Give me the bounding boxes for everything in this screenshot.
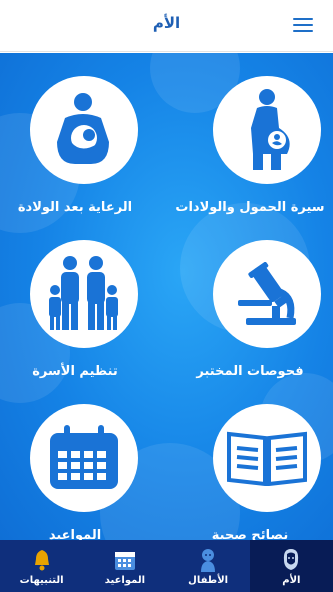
tile-label: فحوصات المختبر [196, 364, 304, 379]
bottom-navigation: التنبيهات المواعيد الأطفال الأم [0, 540, 333, 592]
bell-icon [32, 547, 52, 573]
microscope-icon [213, 240, 321, 348]
nav-label: الأم [282, 575, 301, 586]
tile-label: الرعاية بعد الولادة [17, 200, 133, 215]
calendar-icon [114, 547, 136, 573]
baby-icon [197, 547, 219, 573]
family-icon [30, 240, 138, 348]
pregnant-woman-icon [213, 76, 321, 184]
main-grid: سيرة الحمول والولادات الرعاية بعد الولاد… [0, 53, 333, 540]
hamburger-menu-icon[interactable] [293, 18, 313, 34]
tile-lab-tests[interactable]: فحوصات المختبر [175, 240, 325, 390]
mother-icon [281, 547, 301, 573]
nav-label: الأطفال [188, 575, 229, 586]
tile-health-tips[interactable]: نصائح صحية [175, 404, 325, 540]
tile-label: تنظيم الأسرة [32, 364, 118, 379]
nav-item-appointments[interactable]: المواعيد [83, 540, 166, 592]
tile-label: سيرة الحمول والولادات [175, 200, 325, 215]
nav-label: المواعيد [104, 575, 146, 586]
tile-label: المواعيد [48, 528, 102, 540]
tile-family-planning[interactable]: تنظيم الأسرة [0, 240, 150, 390]
page-title: الأم [152, 14, 181, 32]
breastfeeding-icon [30, 76, 138, 184]
tile-label: نصائح صحية [211, 528, 289, 540]
calendar-icon [30, 404, 138, 512]
nav-label: التنبيهات [19, 575, 64, 586]
open-book-icon [213, 404, 321, 512]
tile-pregnancy-history[interactable]: سيرة الحمول والولادات [175, 76, 325, 226]
nav-item-mother[interactable]: الأم [249, 540, 333, 592]
tile-appointments[interactable]: المواعيد [0, 404, 150, 540]
tile-postnatal-care[interactable]: الرعاية بعد الولادة [0, 76, 150, 226]
nav-item-alerts[interactable]: التنبيهات [0, 540, 83, 592]
app-header: الأم [0, 0, 333, 52]
nav-item-children[interactable]: الأطفال [167, 540, 250, 592]
